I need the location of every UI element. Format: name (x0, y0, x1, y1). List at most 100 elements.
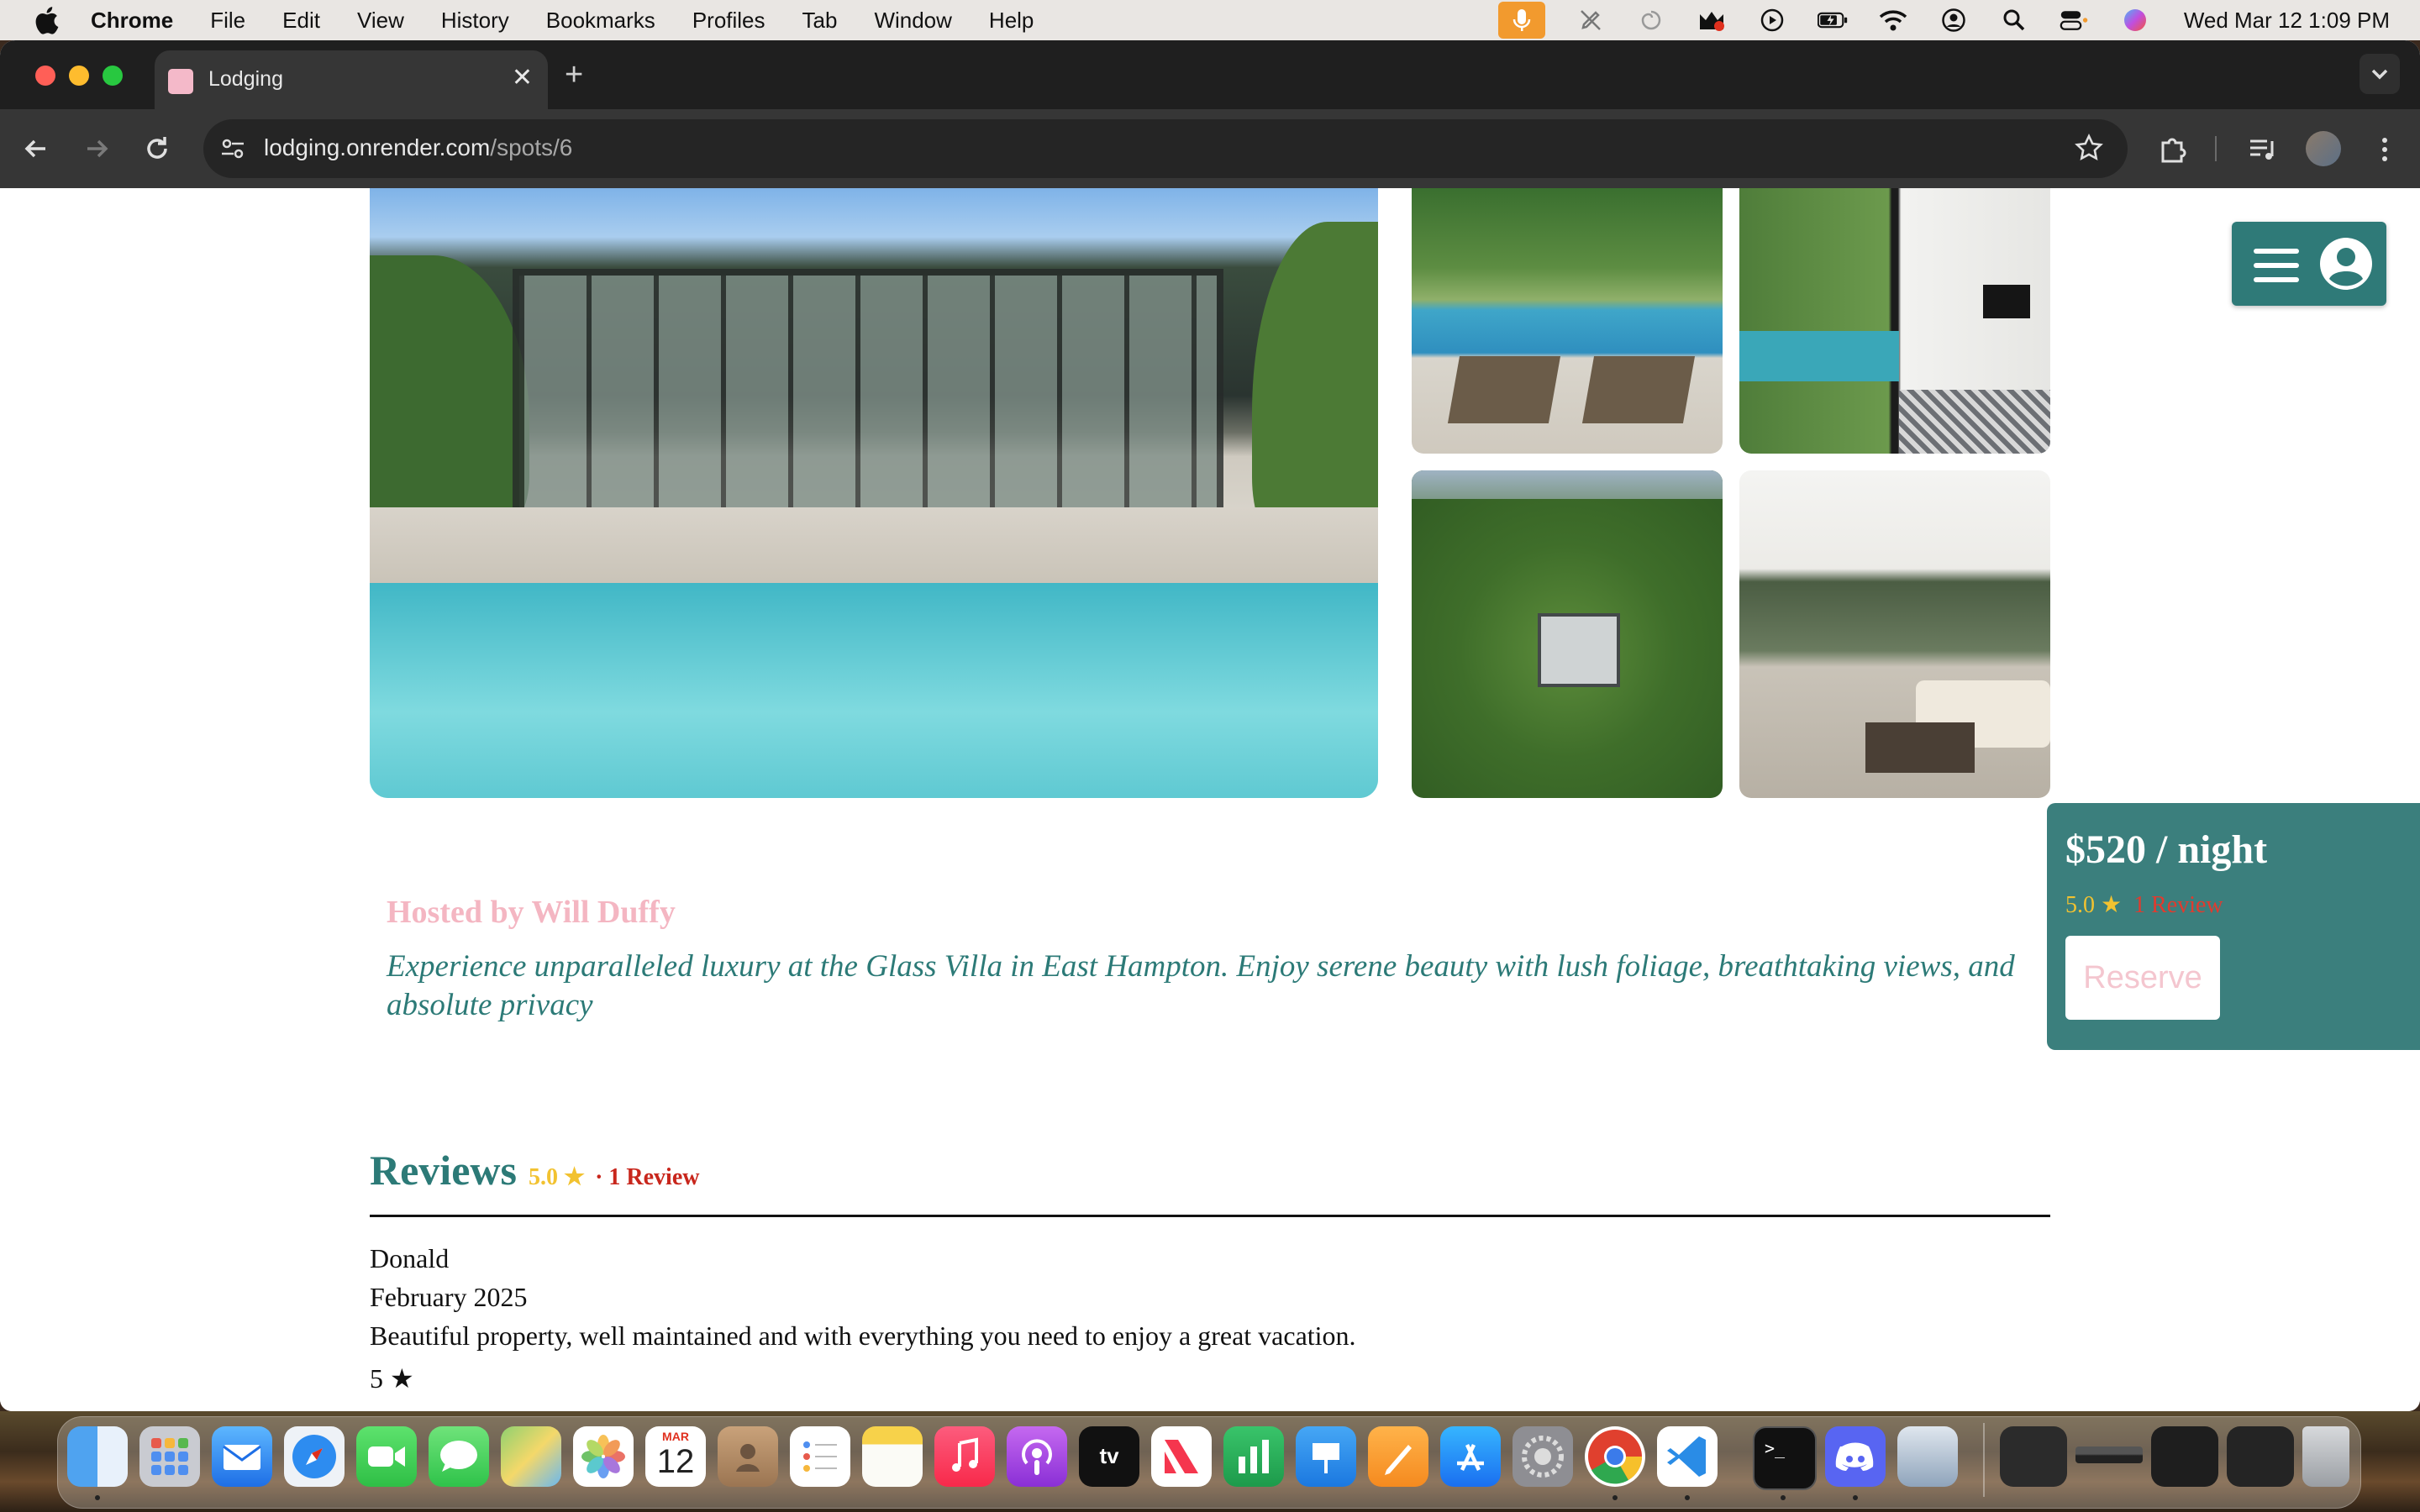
reserve-card: $520 / night 5.0 ★ 1 Review Reserve (2047, 803, 2420, 1050)
tab-lodging[interactable]: Lodging ✕ (155, 50, 548, 109)
terminal-icon[interactable]: >_ (1753, 1426, 1817, 1490)
running-indicator (1853, 1495, 1858, 1500)
menu-help[interactable]: Help (989, 8, 1034, 34)
url-path: /spots/6 (490, 134, 573, 160)
menu-window[interactable]: Window (874, 8, 951, 34)
close-tab-icon[interactable]: ✕ (512, 66, 533, 91)
discord-icon[interactable] (1825, 1426, 1886, 1487)
new-tab-icon[interactable]: + (565, 59, 583, 91)
podcasts-icon[interactable] (1007, 1426, 1067, 1487)
reload-icon[interactable] (141, 133, 173, 165)
dock-divider (1983, 1423, 1985, 1497)
profile-avatar[interactable] (2306, 131, 2341, 166)
messenger-icon[interactable] (1697, 8, 1727, 33)
search-icon[interactable] (1999, 8, 2029, 33)
toolbar-divider (2215, 136, 2217, 161)
hamburger-icon (2254, 249, 2299, 282)
apple-icon[interactable] (34, 6, 59, 34)
minimized-window-thumbnail[interactable] (2000, 1426, 2067, 1487)
bookmark-star-icon[interactable] (2074, 133, 2104, 163)
facetime-icon[interactable] (356, 1426, 417, 1487)
listing-photo-main[interactable] (370, 188, 1378, 798)
pen-off-icon[interactable] (1576, 8, 1606, 33)
more-menu-icon[interactable] (2368, 133, 2402, 166)
music-icon[interactable] (934, 1426, 995, 1487)
vscode-icon[interactable] (1657, 1426, 1718, 1487)
listing-photo-window-view[interactable] (1739, 188, 2050, 454)
microphone-icon[interactable] (1497, 2, 1545, 39)
user-circle-icon (2320, 238, 2372, 290)
pages-icon[interactable] (1368, 1426, 1428, 1487)
reserve-button[interactable]: Reserve (2065, 936, 2220, 1020)
keynote-icon[interactable] (1296, 1426, 1356, 1487)
minimized-window-thumbnail[interactable] (2227, 1426, 2294, 1487)
calendar-icon[interactable]: MAR 12 (645, 1426, 706, 1487)
control-center-icon[interactable] (2060, 8, 2090, 33)
back-arrow-icon[interactable] (20, 133, 52, 165)
trash-icon[interactable] (2302, 1426, 2349, 1487)
running-indicator (1612, 1495, 1618, 1500)
site-settings-icon[interactable] (220, 136, 245, 161)
listing-photo-aerial[interactable] (1412, 470, 1723, 798)
extensions-icon[interactable] (2156, 133, 2190, 166)
maps-icon[interactable] (501, 1426, 561, 1487)
card-rating: 5.0 ★ 1 Review (2065, 890, 2223, 919)
user-account-icon[interactable] (1939, 8, 1969, 33)
tab-strip: Lodging ✕ + (0, 40, 2420, 109)
menu-tab[interactable]: Tab (802, 8, 838, 34)
notes-icon[interactable] (862, 1426, 923, 1487)
photos-icon[interactable] (573, 1426, 634, 1487)
listing-photo-pool[interactable] (1412, 188, 1723, 454)
media-control-icon[interactable] (2245, 133, 2279, 166)
card-review-count: 1 Review (2133, 892, 2223, 918)
menu-history[interactable]: History (441, 8, 509, 34)
mail-icon[interactable] (212, 1426, 272, 1487)
menu-clock[interactable]: Wed Mar 12 1:09 PM (2184, 8, 2390, 34)
menu-edit[interactable]: Edit (282, 8, 320, 34)
host-name: Hosted by Will Duffy (387, 895, 676, 930)
contacts-icon[interactable] (718, 1426, 778, 1487)
menu-app-name[interactable]: Chrome (91, 8, 173, 34)
calendar-month: MAR (662, 1430, 689, 1443)
minimized-window-thumbnail[interactable] (2151, 1426, 2218, 1487)
review-author: Donald (370, 1243, 450, 1273)
tab-search-button[interactable] (2360, 54, 2400, 94)
system-settings-icon[interactable] (1512, 1426, 1573, 1487)
apple-tv-icon[interactable]: tv (1079, 1426, 1139, 1487)
menu-view[interactable]: View (357, 8, 404, 34)
safari-icon[interactable] (284, 1426, 345, 1487)
reminders-icon[interactable] (790, 1426, 850, 1487)
numbers-icon[interactable] (1223, 1426, 1284, 1487)
zoom-window-button[interactable] (103, 66, 123, 86)
minimized-window-thumbnail[interactable] (2075, 1446, 2143, 1463)
listing-photo-living-room[interactable] (1739, 470, 2050, 798)
reviews-rating: 5.0 ★ (528, 1164, 586, 1190)
profile-menu-button[interactable] (2232, 222, 2386, 306)
siri-icon[interactable] (2120, 8, 2150, 33)
menu-file[interactable]: File (210, 8, 245, 34)
reviews-divider (370, 1215, 2050, 1217)
battery-icon[interactable] (1817, 8, 1848, 33)
spiral-icon[interactable] (1636, 8, 1666, 33)
calendar-day: 12 (656, 1443, 695, 1480)
chevron-down-icon (2371, 69, 2388, 80)
address-bar[interactable]: lodging.onrender.com/spots/6 (203, 119, 2128, 178)
menu-profiles[interactable]: Profiles (692, 8, 765, 34)
messages-icon[interactable] (429, 1426, 489, 1487)
launchpad-icon[interactable] (139, 1426, 200, 1487)
chrome-icon[interactable] (1585, 1426, 1645, 1487)
menu-bookmarks[interactable]: Bookmarks (546, 8, 655, 34)
finder-icon[interactable] (67, 1426, 128, 1487)
forward-arrow-icon[interactable] (81, 133, 113, 165)
running-indicator (1685, 1495, 1690, 1500)
preview-icon[interactable] (1897, 1426, 1958, 1487)
listing-description: Experience unparalleled luxury at the Gl… (387, 949, 2015, 1022)
app-store-icon[interactable] (1440, 1426, 1501, 1487)
close-window-button[interactable] (35, 66, 55, 86)
wifi-icon[interactable] (1878, 8, 1908, 33)
minimize-window-button[interactable] (69, 66, 89, 86)
review-stars: 5 ★ (370, 1363, 414, 1394)
reviews-count: · 1 Review (595, 1164, 700, 1190)
news-icon[interactable] (1151, 1426, 1212, 1487)
play-icon[interactable] (1757, 8, 1787, 33)
